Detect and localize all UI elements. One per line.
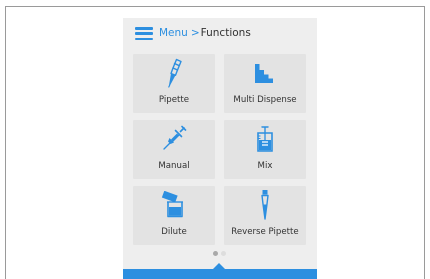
reverse-pipette-icon <box>224 190 306 220</box>
tile-mix[interactable]: Mix <box>224 120 306 179</box>
tile-manual[interactable]: Manual <box>133 120 215 179</box>
tile-multi-dispense[interactable]: Multi Dispense <box>224 54 306 113</box>
page-indicator <box>211 251 231 257</box>
manual-syringe-icon <box>133 124 215 154</box>
pipette-icon <box>133 58 215 88</box>
tile-label: Reverse Pipette <box>231 227 299 237</box>
mix-icon <box>224 124 306 154</box>
hamburger-menu-icon[interactable] <box>135 27 153 40</box>
breadcrumb: Menu >Functions <box>159 26 251 40</box>
tile-label: Manual <box>158 161 190 171</box>
tile-label: Pipette <box>158 95 190 105</box>
breadcrumb-separator: > <box>190 27 200 39</box>
tile-dilute[interactable]: Dilute <box>133 186 215 245</box>
functions-panel: Menu >Functions Pipette Multi Dispense M… <box>123 18 317 279</box>
tile-label: Multi Dispense <box>233 95 297 105</box>
tile-label: Dilute <box>161 227 187 237</box>
tile-reverse-pipette[interactable]: Reverse Pipette <box>224 186 306 245</box>
multi-dispense-icon <box>224 58 306 88</box>
page-dot[interactable] <box>221 251 226 256</box>
tile-pipette[interactable]: Pipette <box>133 54 215 113</box>
bottom-bar[interactable] <box>123 269 317 279</box>
dilute-icon <box>133 190 215 220</box>
breadcrumb-menu-link[interactable]: Menu <box>159 27 188 39</box>
tile-label: Mix <box>257 161 273 171</box>
header-bar: Menu >Functions <box>123 18 317 48</box>
breadcrumb-current: Functions <box>200 27 251 39</box>
page-dot-active[interactable] <box>213 251 218 256</box>
